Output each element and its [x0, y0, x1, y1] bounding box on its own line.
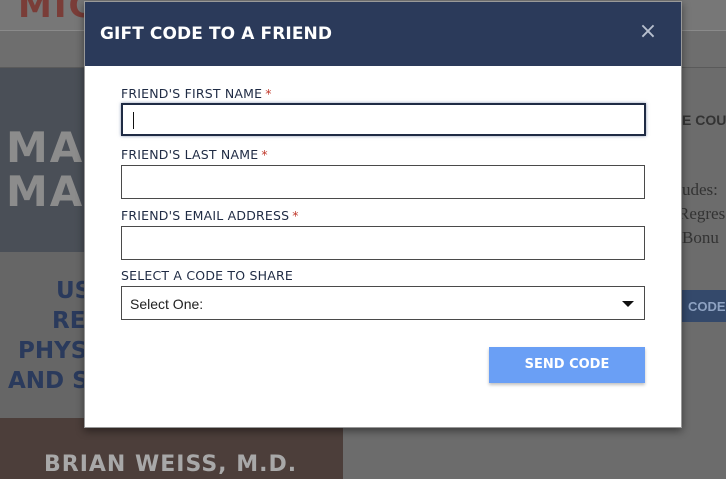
first-name-label: FRIEND'S FIRST NAME *: [121, 86, 272, 101]
send-code-button[interactable]: SEND CODE: [489, 347, 645, 383]
select-value: Select One:: [130, 296, 204, 312]
book-cover-author: BRIAN WEISS, M.D.: [44, 452, 298, 477]
modal-header: GIFT CODE TO A FRIEND ×: [85, 2, 681, 66]
email-label: FRIEND'S EMAIL ADDRESS *: [121, 208, 299, 223]
last-name-input[interactable]: [121, 165, 645, 199]
close-icon[interactable]: ×: [637, 18, 659, 46]
code-select[interactable]: Select One:: [121, 286, 645, 320]
last-name-label: FRIEND'S LAST NAME *: [121, 147, 268, 162]
required-marker: *: [261, 147, 268, 162]
email-input[interactable]: [121, 226, 645, 260]
text-cursor: [133, 112, 134, 129]
required-marker: *: [265, 86, 272, 101]
course-heading: E COU: [682, 112, 726, 128]
first-name-input[interactable]: [121, 103, 646, 136]
gift-code-modal: GIFT CODE TO A FRIEND × FRIEND'S FIRST N…: [84, 1, 682, 428]
required-marker: *: [292, 208, 299, 223]
modal-title: GIFT CODE TO A FRIEND: [100, 24, 333, 44]
select-code-label: SELECT A CODE TO SHARE: [121, 268, 293, 283]
gift-code-button: CODE: [682, 290, 726, 322]
book-cover-subtitle: US RE PHYS AND S: [8, 278, 92, 394]
caret-down-icon: [622, 301, 634, 307]
